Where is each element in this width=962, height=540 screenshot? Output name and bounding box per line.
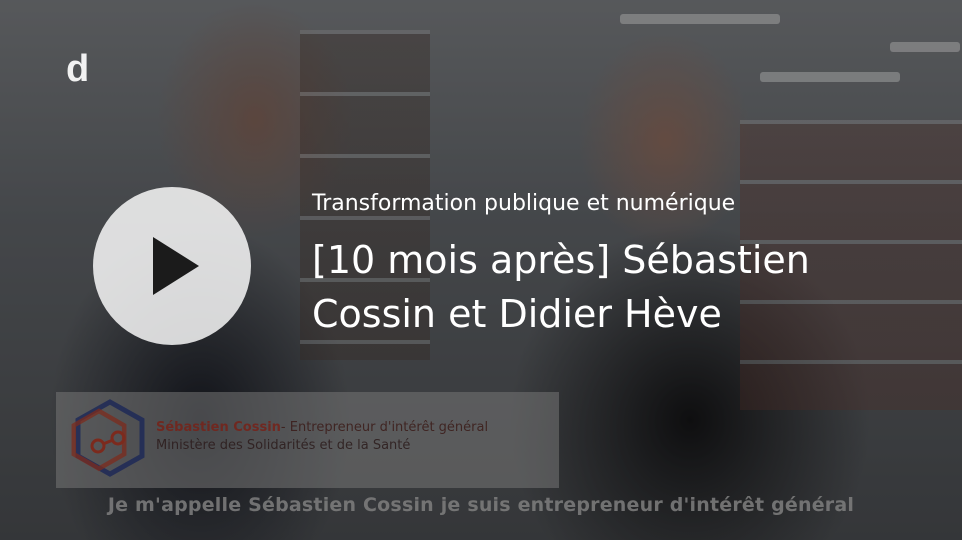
- brand-logo[interactable]: d: [66, 50, 89, 88]
- play-icon: [153, 237, 199, 295]
- video-player[interactable]: Sébastien Cossin- Entrepreneur d'intérêt…: [0, 0, 962, 540]
- play-button[interactable]: [93, 187, 251, 345]
- video-title[interactable]: [10 mois après] Sébastien Cossin et Didi…: [312, 233, 912, 341]
- video-category: Transformation publique et numérique: [312, 191, 736, 216]
